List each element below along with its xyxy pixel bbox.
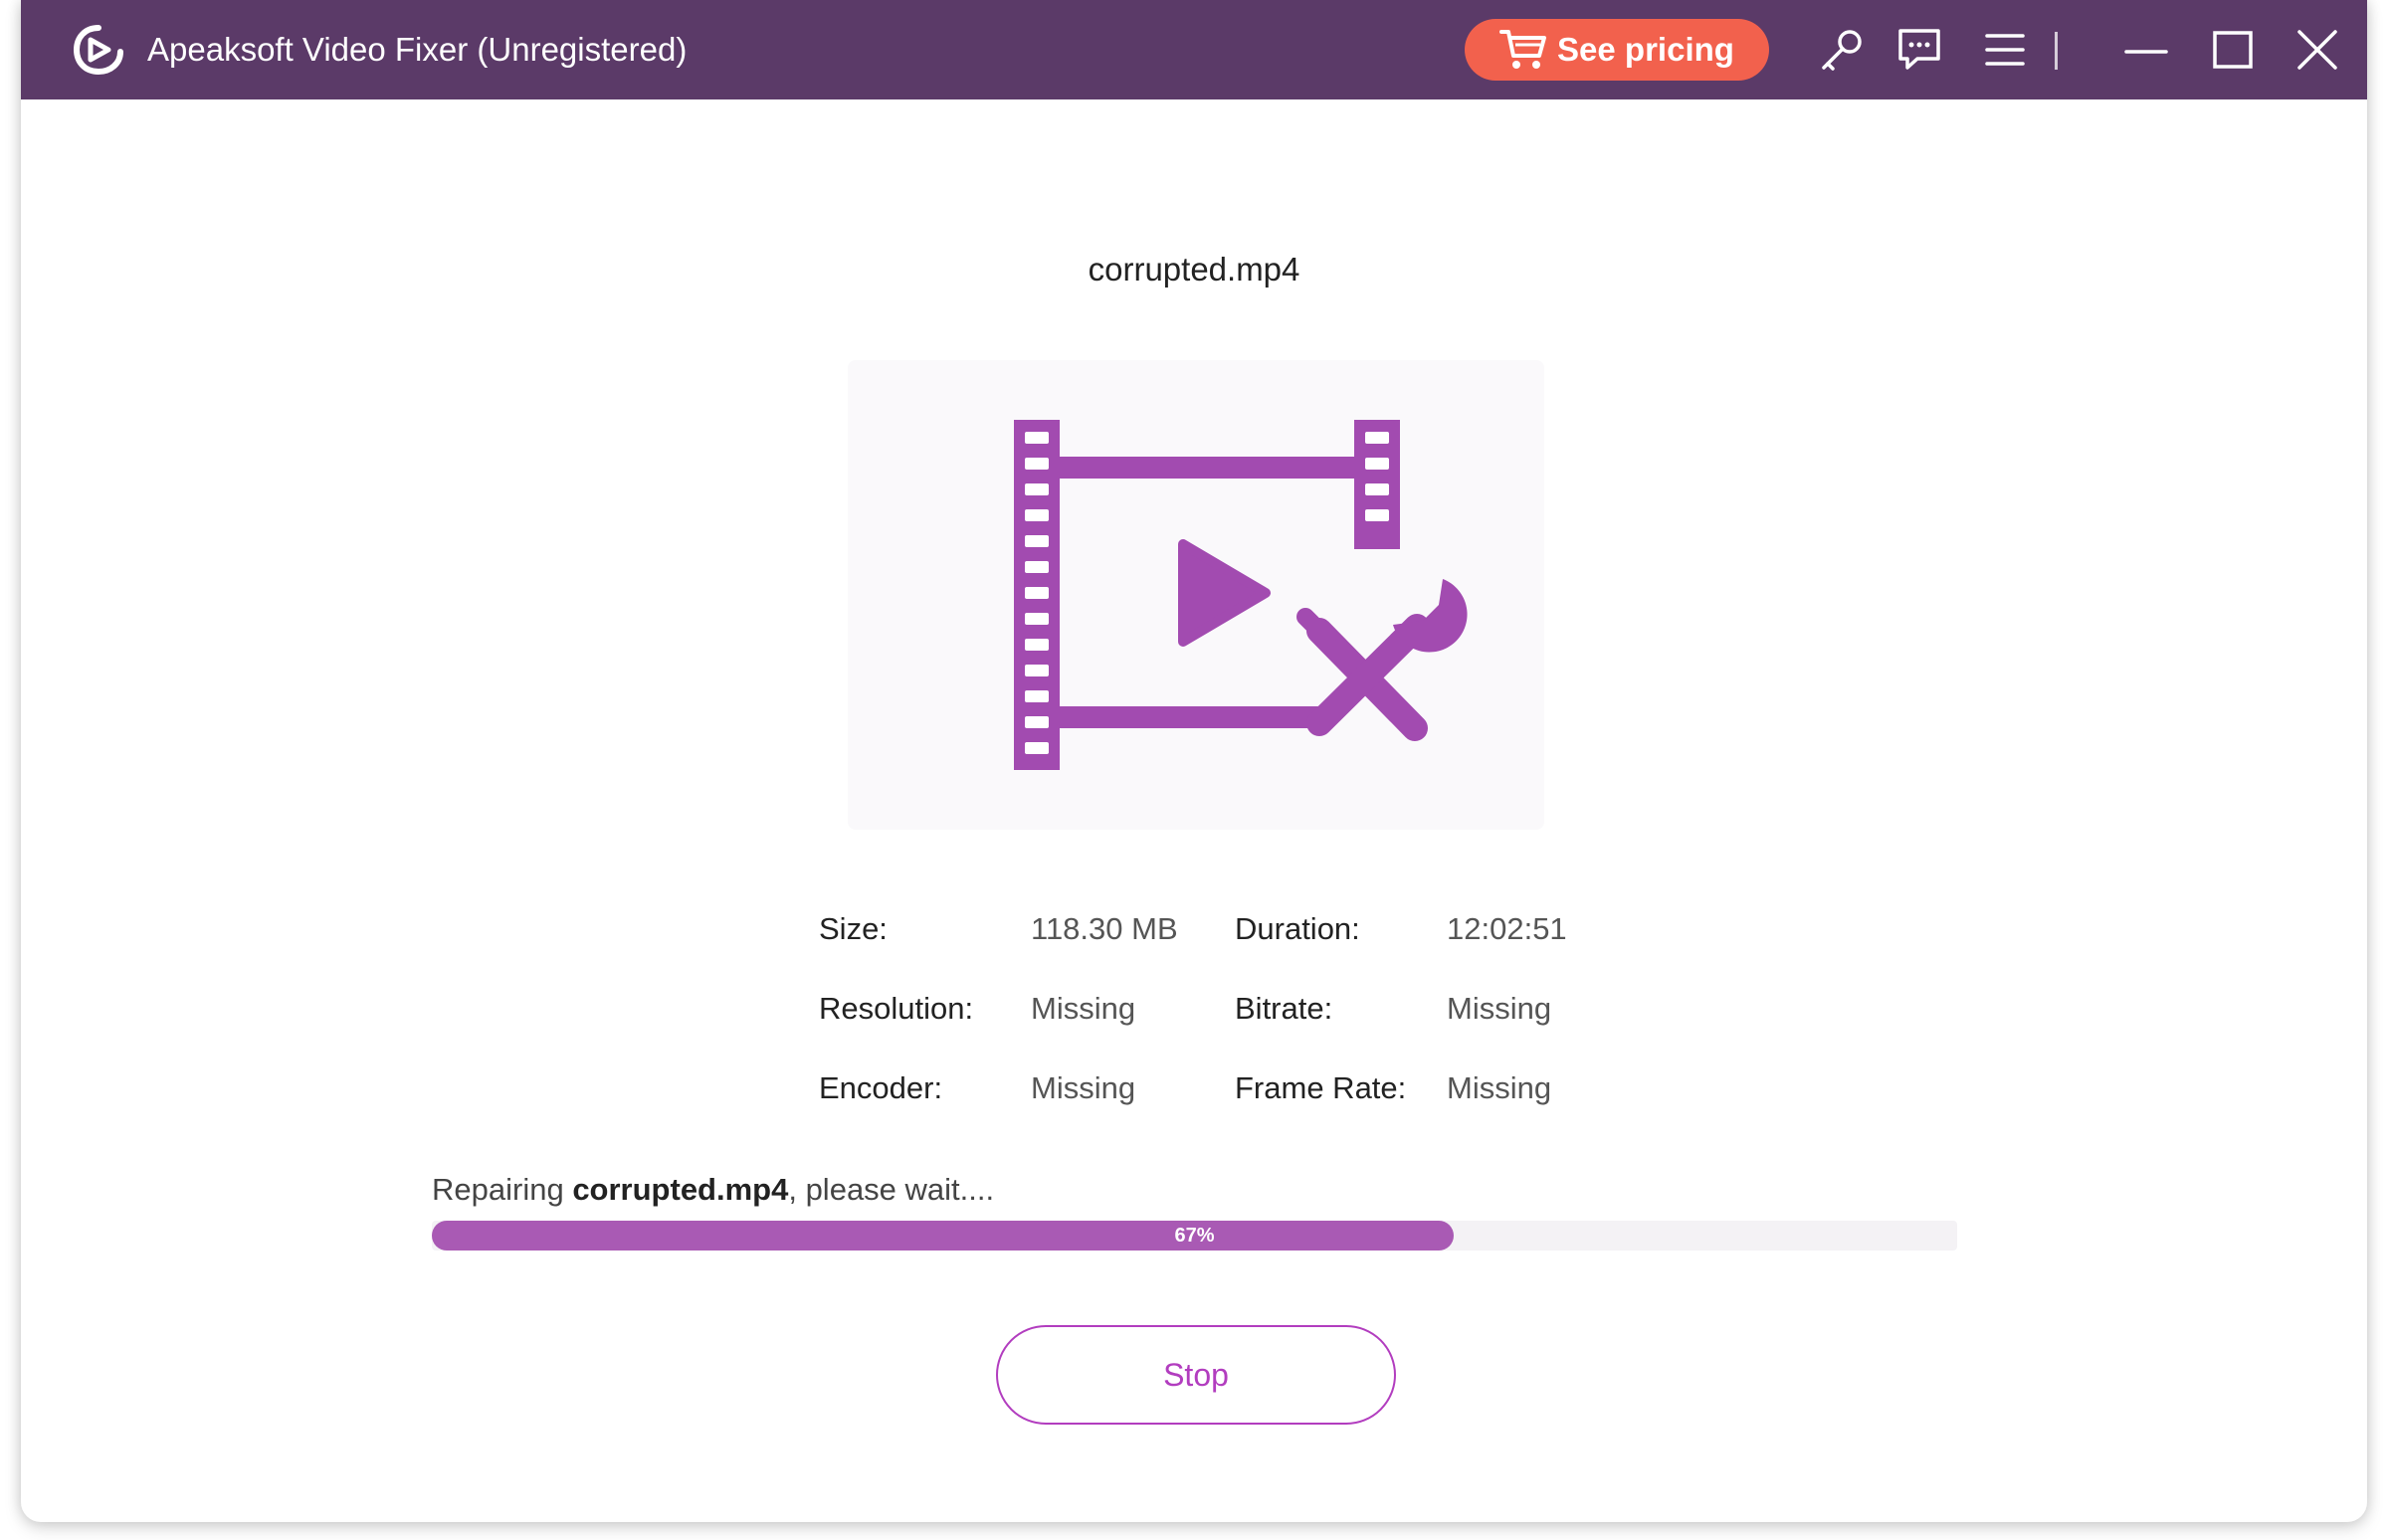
repair-progress-bar: 67%	[432, 1221, 1957, 1251]
size-label: Size:	[819, 911, 888, 946]
key-icon[interactable]	[1818, 26, 1866, 74]
video-repair-icon	[1014, 420, 1468, 770]
app-logo-icon	[73, 24, 124, 76]
duration-value: 12:02:51	[1447, 911, 1567, 946]
repair-status-text: Repairing corrupted.mp4, please wait....	[432, 1172, 994, 1208]
stop-button[interactable]: Stop	[996, 1325, 1396, 1425]
file-name-heading: corrupted.mp4	[1088, 251, 1300, 288]
bitrate-value: Missing	[1447, 991, 1552, 1026]
minimize-icon[interactable]	[2122, 26, 2170, 74]
status-suffix: , please wait....	[788, 1172, 995, 1207]
progress-percent: 67%	[1174, 1225, 1215, 1247]
cart-icon	[1499, 30, 1547, 69]
video-thumbnail	[848, 360, 1544, 830]
status-file-name: corrupted.mp4	[572, 1172, 789, 1207]
stop-button-label: Stop	[1163, 1356, 1229, 1393]
window-title: Apeaksoft Video Fixer (Unregistered)	[147, 31, 688, 68]
resolution-label: Resolution:	[819, 991, 974, 1026]
titlebar-divider	[2055, 32, 2058, 70]
see-pricing-label: See pricing	[1557, 31, 1734, 68]
encoder-value: Missing	[1031, 1070, 1136, 1105]
status-prefix: Repairing	[432, 1172, 573, 1207]
encoder-label: Encoder:	[819, 1070, 943, 1105]
see-pricing-button[interactable]: See pricing	[1465, 19, 1769, 81]
title-bar[interactable]: Apeaksoft Video Fixer (Unregistered) See…	[21, 0, 2367, 99]
bitrate-label: Bitrate:	[1235, 991, 1333, 1026]
frame-rate-value: Missing	[1447, 1070, 1552, 1105]
app-window: Apeaksoft Video Fixer (Unregistered) See…	[21, 0, 2367, 1522]
close-icon[interactable]	[2293, 26, 2341, 74]
menu-icon[interactable]	[1981, 26, 2029, 74]
feedback-icon[interactable]	[1895, 26, 1943, 74]
frame-rate-label: Frame Rate:	[1235, 1070, 1407, 1105]
resolution-value: Missing	[1031, 991, 1136, 1026]
size-value: 118.30 MB	[1031, 911, 1178, 946]
duration-label: Duration:	[1235, 911, 1360, 946]
maximize-icon[interactable]	[2209, 26, 2257, 74]
